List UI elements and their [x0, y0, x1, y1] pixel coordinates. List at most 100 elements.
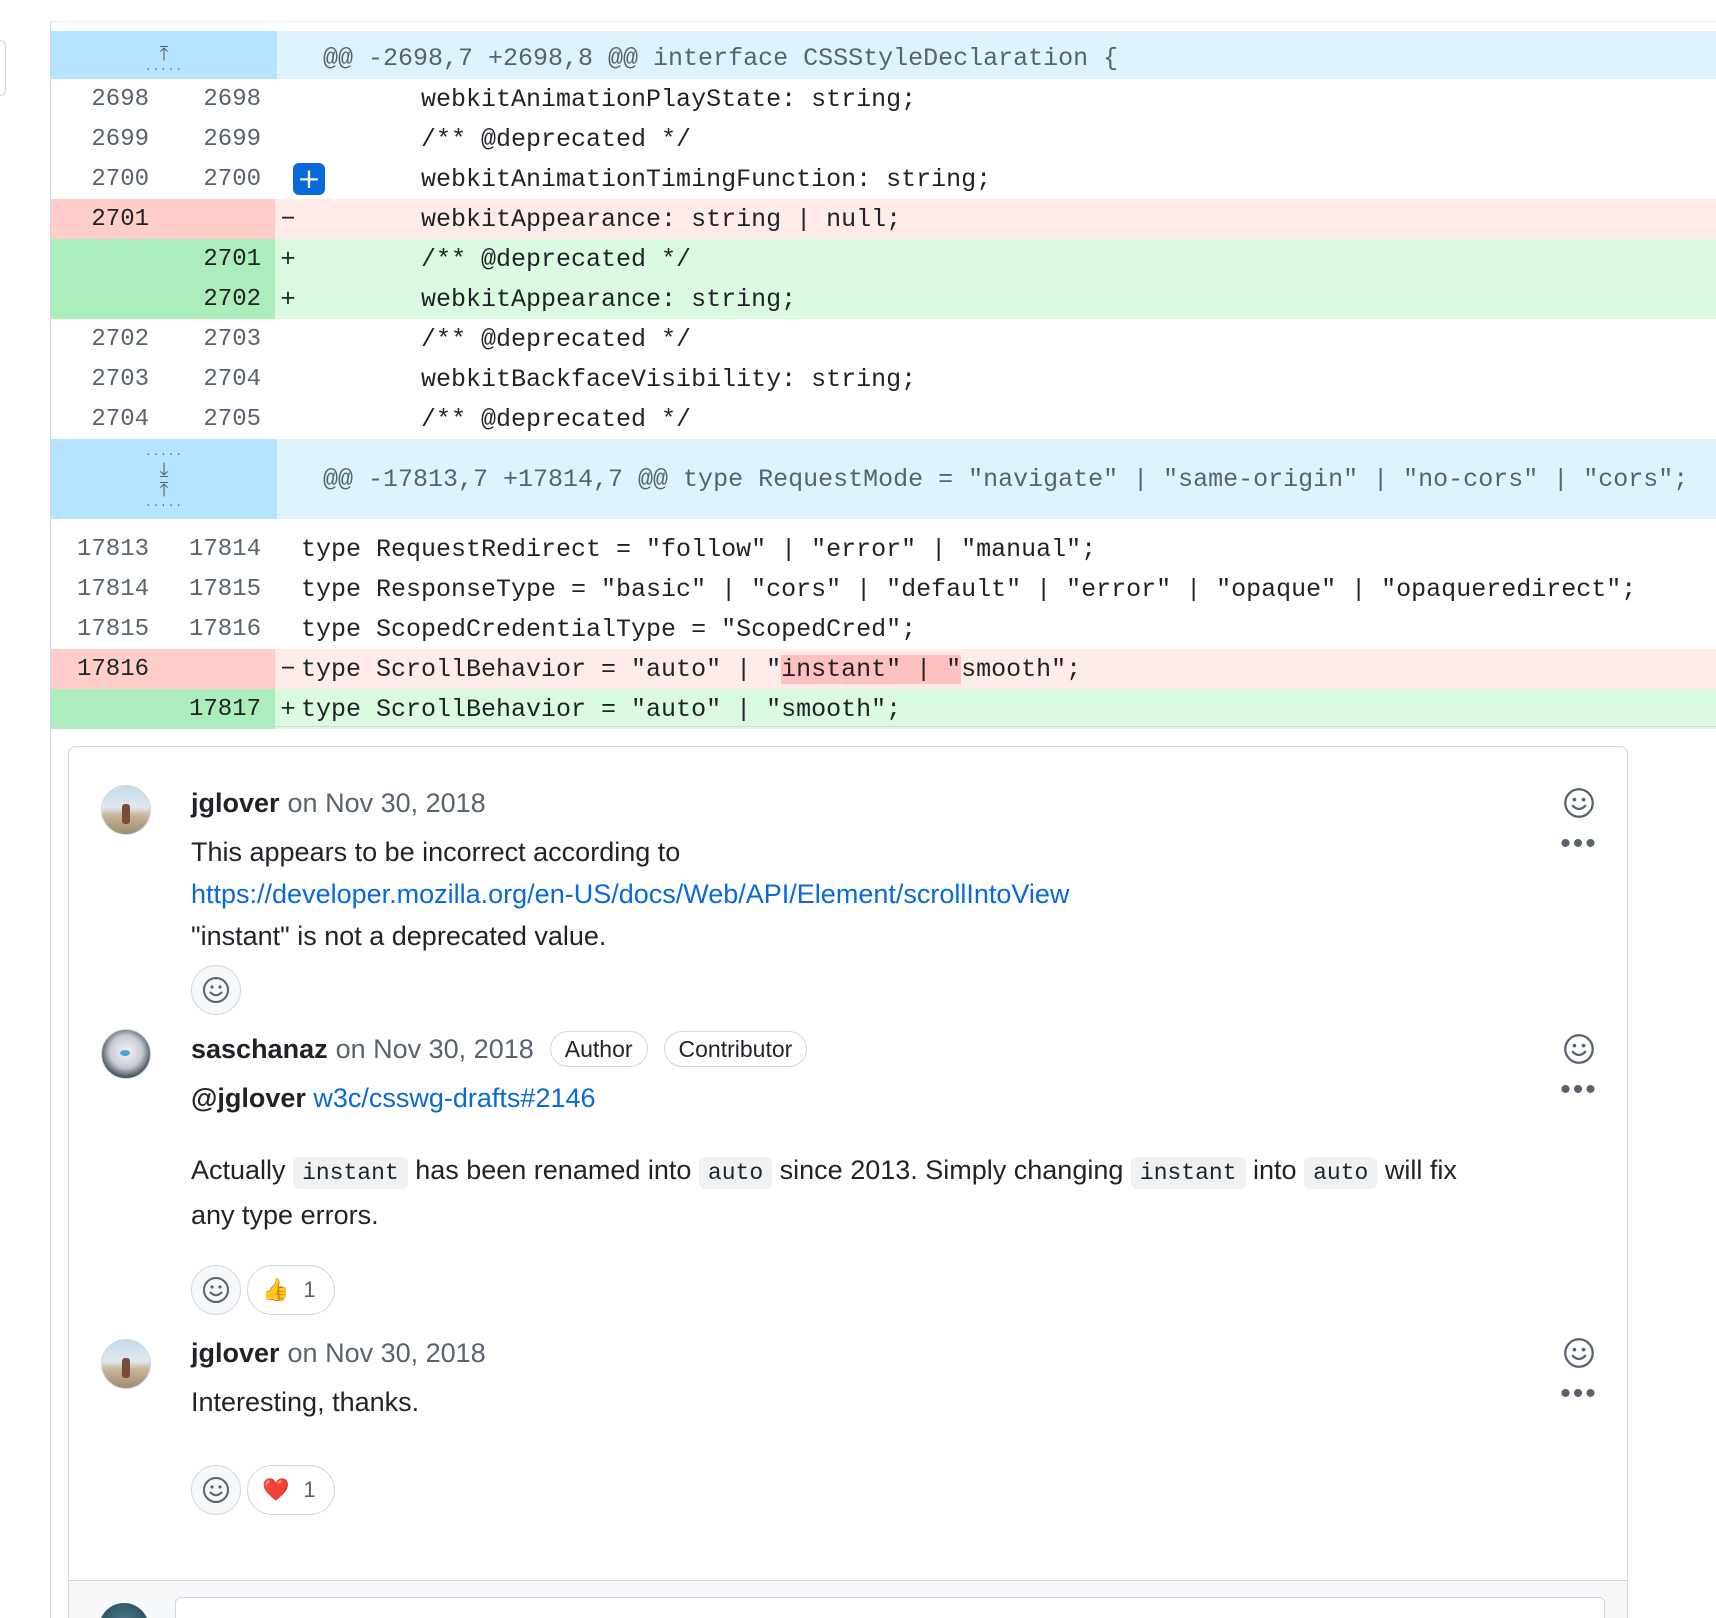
avatar[interactable] — [101, 1339, 151, 1389]
diff-line-deleted: 17816 − type ScrollBehavior = "auto" | "… — [51, 649, 1716, 689]
diff-sign: − — [280, 654, 296, 684]
diff-bottom-border — [51, 726, 1716, 727]
comment-header: saschanaz on Nov 30, 2018 Author Contrib… — [191, 1029, 808, 1069]
comment-author[interactable]: saschanaz — [191, 1034, 328, 1065]
comment-actions: ••• — [1551, 787, 1607, 859]
new-line-number[interactable]: 2704 — [163, 359, 275, 399]
comment-date[interactable]: on Nov 30, 2018 — [288, 1338, 486, 1369]
kebab-horizontal-icon[interactable]: ••• — [1560, 829, 1598, 859]
avatar[interactable] — [101, 1029, 151, 1079]
heart-reaction[interactable]: ❤️ 1 — [247, 1465, 335, 1515]
expand-both-button[interactable]: ..... ⤓ ⤒ ..... — [51, 439, 277, 519]
comment-body: Interesting, thanks. — [191, 1381, 1611, 1423]
code-segment: smooth"; — [961, 654, 1082, 684]
inline-code: auto — [698, 1157, 773, 1189]
review-thread: jglover on Nov 30, 2018 This appears to … — [68, 746, 1628, 1618]
comment-text: Actually — [191, 1155, 286, 1185]
issue-link[interactable]: w3c/csswg-drafts#2146 — [313, 1083, 595, 1113]
new-line-number[interactable]: 17815 — [163, 569, 275, 609]
diff-sign: + — [280, 244, 296, 274]
old-line-number[interactable]: 2700 — [51, 159, 163, 199]
comment-text: This appears to be incorrect according t… — [191, 837, 681, 867]
add-reaction-button[interactable] — [191, 1265, 241, 1315]
new-line-number[interactable]: 2701 — [163, 239, 275, 279]
comment-date[interactable]: on Nov 30, 2018 — [336, 1034, 534, 1065]
code-text: webkitAnimationTimingFunction: string; — [301, 164, 992, 194]
code-text: type ResponseType = "basic" | "cors" | "… — [301, 574, 1637, 604]
new-line-number[interactable]: 2699 — [163, 119, 275, 159]
old-line-number[interactable]: 17815 — [51, 609, 163, 649]
comment-body: This appears to be incorrect according t… — [191, 831, 1611, 957]
old-line-number[interactable] — [51, 689, 163, 729]
comment-actions: ••• — [1551, 1033, 1607, 1105]
diff-sign: + — [280, 694, 296, 724]
new-line-number[interactable]: 2702 — [163, 279, 275, 319]
old-line-number[interactable]: 2702 — [51, 319, 163, 359]
diff-line: 2699 2699 /** @deprecated */ — [51, 119, 1716, 159]
reaction-row — [191, 965, 241, 1015]
old-line-number[interactable]: 17814 — [51, 569, 163, 609]
diff-line: 17814 17815 type ResponseType = "basic" … — [51, 569, 1716, 609]
reply-input[interactable] — [175, 1597, 1605, 1618]
avatar[interactable] — [99, 1603, 149, 1618]
add-comment-button[interactable]: + — [293, 163, 325, 195]
kebab-horizontal-icon[interactable]: ••• — [1560, 1379, 1598, 1409]
hunk-header-text: @@ -17813,7 +17814,7 @@ type RequestMode… — [323, 464, 1689, 494]
code-text: webkitAnimationPlayState: string; — [301, 84, 917, 114]
new-line-number[interactable] — [163, 649, 275, 689]
old-line-number[interactable] — [51, 279, 163, 319]
comment-author[interactable]: jglover — [191, 788, 280, 819]
smiley-icon[interactable] — [1563, 787, 1595, 819]
diff-line: 17813 17814 type RequestRedirect = "foll… — [51, 529, 1716, 569]
comment-date[interactable]: on Nov 30, 2018 — [288, 788, 486, 819]
user-mention[interactable]: @jglover — [191, 1083, 306, 1113]
comment-text: has been renamed into — [415, 1155, 692, 1185]
heart-icon: ❤️ — [262, 1477, 290, 1503]
old-line-number[interactable]: 2703 — [51, 359, 163, 399]
thumbsup-icon: 👍 — [262, 1277, 290, 1303]
old-line-number[interactable]: 2701 — [51, 199, 163, 239]
plus-icon: + — [297, 162, 321, 195]
dots-icon: ..... — [144, 61, 183, 74]
smiley-icon[interactable] — [1563, 1337, 1595, 1369]
old-line-number[interactable] — [51, 239, 163, 279]
hunk-header: ..... ⤓ ⤒ ..... @@ -17813,7 +17814,7 @@ … — [51, 439, 1716, 519]
old-line-number[interactable]: 2699 — [51, 119, 163, 159]
old-line-number[interactable]: 17813 — [51, 529, 163, 569]
code-text: /** @deprecated */ — [301, 404, 692, 434]
expand-up-button[interactable]: ⤒ ..... — [51, 31, 277, 85]
kebab-horizontal-icon[interactable]: ••• — [1560, 1075, 1598, 1105]
code-text: type ScrollBehavior = "auto" | "smooth"; — [301, 694, 902, 724]
top-strip — [50, 0, 1716, 22]
expand-up-icon: ⤒ — [159, 40, 169, 65]
comment-paragraph: Actually instant has been renamed into a… — [191, 1149, 1611, 1236]
old-line-number[interactable]: 2704 — [51, 399, 163, 439]
thumbsup-reaction[interactable]: 👍 1 — [247, 1265, 335, 1315]
new-line-number[interactable]: 2700 — [163, 159, 275, 199]
new-line-number[interactable]: 17817 — [163, 689, 275, 729]
comment-text: @jglover w3c/csswg-drafts#2146 — [191, 1077, 1611, 1119]
old-line-number[interactable]: 2698 — [51, 79, 163, 119]
add-reaction-button[interactable] — [191, 1465, 241, 1515]
mdn-link[interactable]: https://developer.mozilla.org/en-US/docs… — [191, 873, 1611, 915]
old-line-number[interactable]: 17816 — [51, 649, 163, 689]
new-line-number[interactable]: 2698 — [163, 79, 275, 119]
comment-author[interactable]: jglover — [191, 1338, 280, 1369]
new-line-number[interactable]: 2705 — [163, 399, 275, 439]
smiley-icon[interactable] — [1563, 1033, 1595, 1065]
diff-line: 2704 2705 /** @deprecated */ — [51, 399, 1716, 439]
code-text: type RequestRedirect = "follow" | "error… — [301, 534, 1097, 564]
new-line-number[interactable]: 17814 — [163, 529, 275, 569]
new-line-number[interactable]: 17816 — [163, 609, 275, 649]
expand-up-icon: ⤒ — [159, 477, 169, 501]
diff-line: 17815 17816 type ScopedCredentialType = … — [51, 609, 1716, 649]
inline-code: auto — [1304, 1157, 1378, 1189]
smiley-icon — [203, 1277, 229, 1303]
add-reaction-button[interactable] — [191, 965, 241, 1015]
avatar[interactable] — [101, 785, 151, 835]
new-line-number[interactable] — [163, 199, 275, 239]
new-line-number[interactable]: 2703 — [163, 319, 275, 359]
comment-header: jglover on Nov 30, 2018 — [191, 783, 486, 823]
left-edge-tab[interactable] — [0, 40, 6, 96]
comment-body: @jglover w3c/csswg-drafts#2146 Actually … — [191, 1077, 1611, 1236]
